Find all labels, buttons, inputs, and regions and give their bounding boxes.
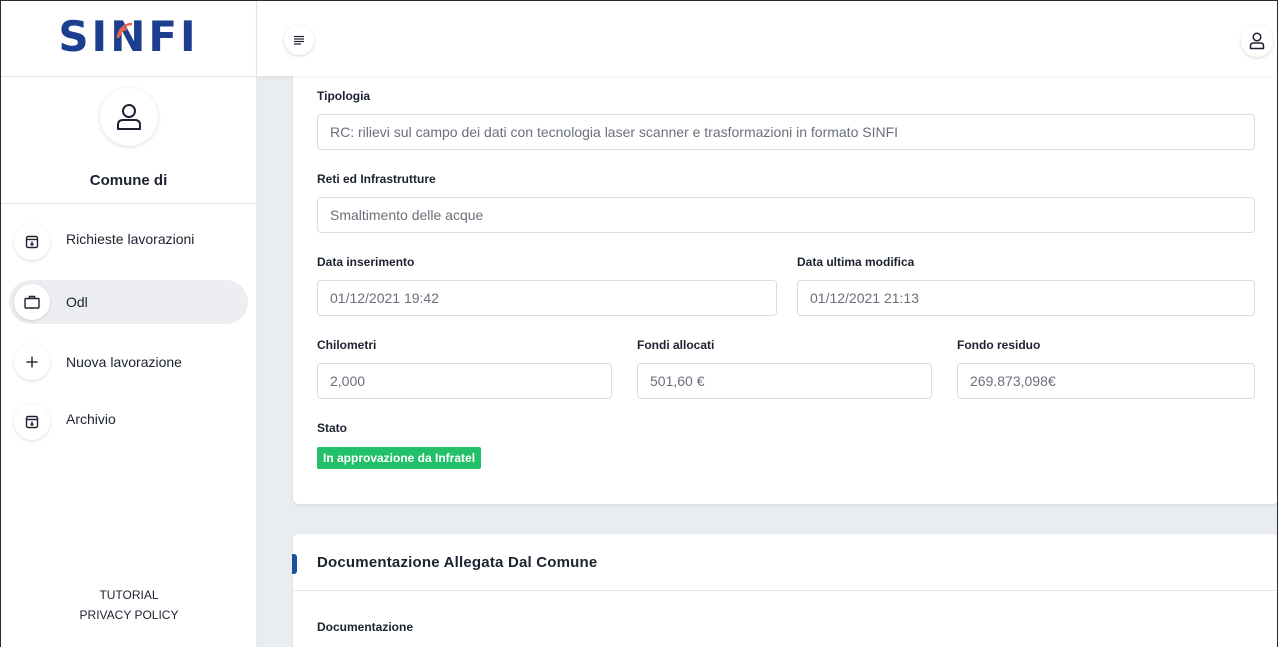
chilometri-label: Chilometri	[317, 338, 377, 352]
data-modifica-field[interactable]	[797, 280, 1255, 316]
avatar[interactable]	[99, 88, 158, 146]
menu-icon	[294, 35, 304, 45]
logo-part-fi: FI	[148, 12, 199, 61]
tipologia-label: Tipologia	[317, 89, 371, 103]
stato-label: Stato	[317, 421, 347, 435]
main-content: Tipologia Reti ed Infrastrutture Data in…	[257, 76, 1277, 647]
sidebar-item-label: Archivio	[66, 411, 116, 427]
chilometri-field[interactable]	[317, 363, 612, 399]
top-header	[257, 1, 1277, 76]
app-window: SI N FI Comune di Richieste lavorazioni …	[0, 0, 1278, 647]
profile-name: Comune di	[89, 172, 168, 189]
signal-wave-icon	[117, 22, 133, 39]
sidebar-item-richieste-lavorazioni[interactable]: Richieste lavorazioni	[9, 220, 248, 264]
menu-toggle-button[interactable]	[284, 25, 314, 55]
fondi-allocati-label: Fondi allocati	[637, 338, 715, 352]
documentation-title: Documentazione Allegata Dal Comune	[317, 554, 598, 571]
documentation-card: Documentazione Allegata Dal Comune Docum…	[292, 534, 1277, 647]
sidebar-item-label: Odl	[66, 294, 88, 310]
sidebar-footer: TUTORIAL PRIVACY POLICY	[1, 585, 257, 625]
reti-label: Reti ed Infrastrutture	[317, 172, 436, 186]
privacy-policy-link[interactable]: PRIVACY POLICY	[1, 605, 257, 625]
sidebar-item-archivio[interactable]: Archivio	[9, 400, 248, 444]
details-card: Tipologia Reti ed Infrastrutture Data in…	[293, 76, 1277, 504]
sidebar-nav: Richieste lavorazioni Odl Nuova lavorazi…	[1, 204, 256, 444]
fondo-residuo-field[interactable]	[957, 363, 1255, 399]
sidebar-item-odl[interactable]: Odl	[9, 280, 248, 324]
data-modifica-label: Data ultima modifica	[797, 255, 915, 269]
user-icon	[116, 104, 141, 130]
documentation-header: Documentazione Allegata Dal Comune	[292, 534, 1277, 591]
plus-icon	[14, 344, 50, 380]
sidebar: SI N FI Comune di Richieste lavorazioni …	[1, 1, 257, 647]
logo-part-si: SI	[58, 12, 111, 61]
briefcase-icon	[14, 284, 50, 320]
data-inserimento-label: Data inserimento	[317, 255, 415, 269]
reti-field[interactable]	[317, 197, 1255, 233]
documentation-subtitle: Documentazione	[317, 620, 414, 634]
sidebar-item-nuova-lavorazione[interactable]: Nuova lavorazione	[9, 340, 248, 384]
logo-area: SI N FI	[1, 1, 256, 77]
fondo-residuo-label: Fondo residuo	[957, 338, 1041, 352]
logo-part-n: N	[110, 12, 149, 61]
sidebar-item-label: Richieste lavorazioni	[66, 231, 195, 247]
profile-section: Comune di	[1, 77, 256, 204]
tipologia-field[interactable]	[317, 114, 1255, 150]
tutorial-link[interactable]: TUTORIAL	[1, 585, 257, 605]
status-badge: In approvazione da Infratel	[317, 447, 482, 469]
data-inserimento-field[interactable]	[317, 280, 777, 316]
user-icon	[1249, 32, 1265, 50]
sidebar-item-label: Nuova lavorazione	[66, 354, 182, 370]
archive-icon	[14, 224, 50, 260]
fondi-allocati-field[interactable]	[637, 363, 932, 399]
sinfi-logo[interactable]: SI N FI	[58, 12, 198, 61]
archive-icon	[14, 404, 50, 440]
user-menu-button[interactable]	[1241, 25, 1273, 57]
section-accent-bar	[292, 554, 297, 574]
